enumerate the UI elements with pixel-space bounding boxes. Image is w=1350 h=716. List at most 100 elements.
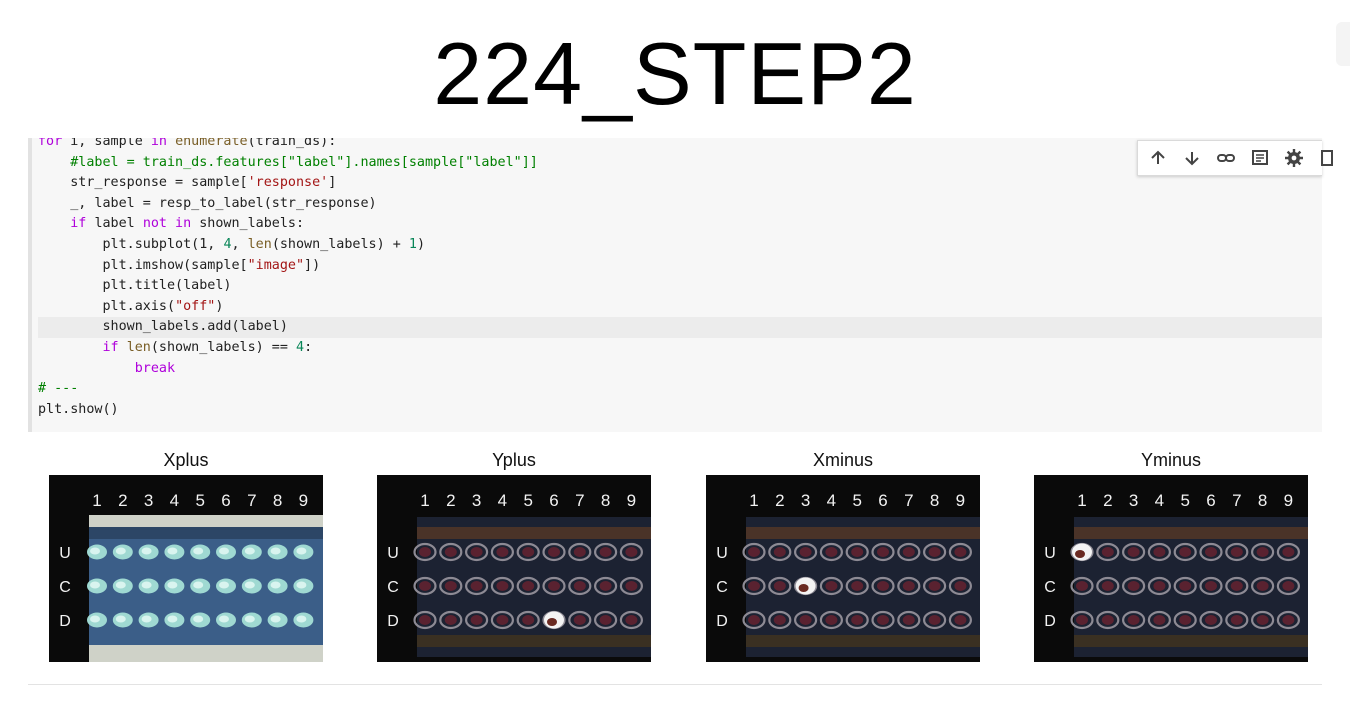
column-label: 5 — [1180, 491, 1189, 510]
code-token: (shown_labels) + — [271, 236, 409, 252]
peg-highlight — [219, 615, 229, 623]
link-icon[interactable] — [1216, 148, 1236, 168]
peg-center — [444, 615, 457, 625]
peg-center — [773, 615, 786, 625]
peg-center — [1101, 547, 1114, 557]
code-line[interactable]: plt.imshow(sample["image"]) — [38, 256, 1322, 277]
peg-center — [902, 615, 915, 625]
peg-center — [599, 547, 612, 557]
peg-center — [799, 547, 812, 557]
column-label: 7 — [247, 491, 256, 510]
code-token: 4 — [223, 236, 232, 252]
peg-center — [1179, 615, 1192, 625]
peg-center — [419, 615, 431, 625]
code-token: 4 — [296, 339, 305, 355]
code-line[interactable]: # --- — [38, 379, 1322, 400]
peg-center — [748, 615, 760, 625]
subplot-image: 1 2 3 4 5 6 7 8 9 UCD — [377, 475, 651, 662]
column-label: 3 — [1129, 491, 1138, 510]
comment-icon[interactable] — [1250, 148, 1270, 168]
column-label: 6 — [221, 491, 230, 510]
code-token: if — [102, 339, 127, 355]
peg-highlight — [115, 581, 126, 589]
peg-center — [625, 581, 638, 591]
peg-center — [573, 615, 586, 625]
code-token: ) — [416, 236, 425, 252]
peg-center — [1101, 581, 1114, 591]
tray-edge — [417, 635, 651, 647]
row-label: U — [59, 545, 71, 562]
peg-center — [573, 547, 586, 557]
peg-center — [799, 615, 812, 625]
column-label: 2 — [1103, 491, 1112, 510]
peg-highlight — [90, 615, 100, 623]
code-line[interactable]: if len(shown_labels) == 4: — [38, 338, 1322, 359]
code-line[interactable]: plt.show() — [38, 400, 1322, 421]
column-label: 1 — [92, 491, 101, 510]
code-line[interactable]: shown_labels.add(label) — [38, 317, 1322, 338]
row-label: D — [387, 613, 399, 630]
column-label: 1 — [749, 491, 758, 510]
peg-highlight — [219, 547, 229, 555]
peg-center — [1076, 615, 1088, 625]
peg-highlight — [167, 547, 178, 555]
code-line[interactable]: #label = train_ds.features["label"].name… — [38, 153, 1322, 174]
column-label: 1 — [1077, 491, 1086, 510]
column-label: 5 — [852, 491, 861, 510]
peg-center — [851, 581, 864, 591]
code-editor[interactable]: for i, sample in enumerate(train_ds): #l… — [38, 138, 1322, 420]
code-line[interactable]: _, label = resp_to_label(str_response) — [38, 194, 1322, 215]
peg-center — [496, 615, 509, 625]
peg-center — [954, 581, 967, 591]
tray-edge — [89, 527, 323, 539]
column-label: 8 — [273, 491, 282, 510]
peg-center — [1256, 581, 1269, 591]
peg-highlight — [90, 581, 100, 589]
tray-edge — [1074, 527, 1308, 539]
tray-edge — [1074, 635, 1308, 647]
arrow-down-icon[interactable] — [1182, 148, 1202, 168]
code-line[interactable]: plt.title(label) — [38, 276, 1322, 297]
code-cell[interactable]: for i, sample in enumerate(train_ds): #l… — [28, 138, 1322, 432]
code-token: ) — [215, 298, 224, 314]
code-line[interactable]: str_response = sample['response'] — [38, 173, 1322, 194]
gear-icon[interactable] — [1284, 148, 1304, 168]
column-label: 7 — [904, 491, 913, 510]
peg-center — [470, 547, 483, 557]
peg-center — [1179, 547, 1192, 557]
column-label: 1 — [420, 491, 429, 510]
code-line[interactable]: break — [38, 359, 1322, 380]
peg-center — [851, 547, 864, 557]
peg-highlight — [270, 615, 281, 623]
peg-center — [1205, 615, 1217, 625]
peg-center — [1256, 547, 1269, 557]
arrow-up-icon[interactable] — [1148, 148, 1168, 168]
row-label: D — [59, 613, 71, 630]
peg-center — [444, 581, 457, 591]
peg-center — [599, 615, 612, 625]
copy-icon[interactable] — [1318, 148, 1338, 168]
peg-highlight — [141, 615, 152, 623]
code-token: shown_labels: — [199, 216, 305, 232]
code-line[interactable]: if label not in shown_labels: — [38, 214, 1322, 235]
peg-center — [1230, 581, 1243, 591]
peg-center — [573, 581, 586, 591]
peg-center — [625, 615, 638, 625]
moved-peg-shadow — [1075, 550, 1085, 558]
cell-divider — [28, 684, 1322, 685]
subplot-title: Xminus — [812, 450, 874, 470]
code-line[interactable]: plt.axis("off") — [38, 297, 1322, 318]
code-token: len — [126, 339, 151, 355]
code-token: len — [247, 236, 272, 252]
peg-center — [1101, 615, 1114, 625]
code-token: (shown_labels) == — [150, 339, 296, 355]
code-token: ]) — [304, 257, 321, 273]
code-line[interactable]: for i, sample in enumerate(train_ds): — [38, 138, 1322, 153]
peg-center — [522, 547, 535, 557]
code-line[interactable]: plt.subplot(1, 4, len(shown_labels) + 1) — [38, 235, 1322, 256]
code-token: in — [150, 138, 176, 149]
peg-center — [1153, 547, 1166, 557]
column-label: 3 — [472, 491, 481, 510]
